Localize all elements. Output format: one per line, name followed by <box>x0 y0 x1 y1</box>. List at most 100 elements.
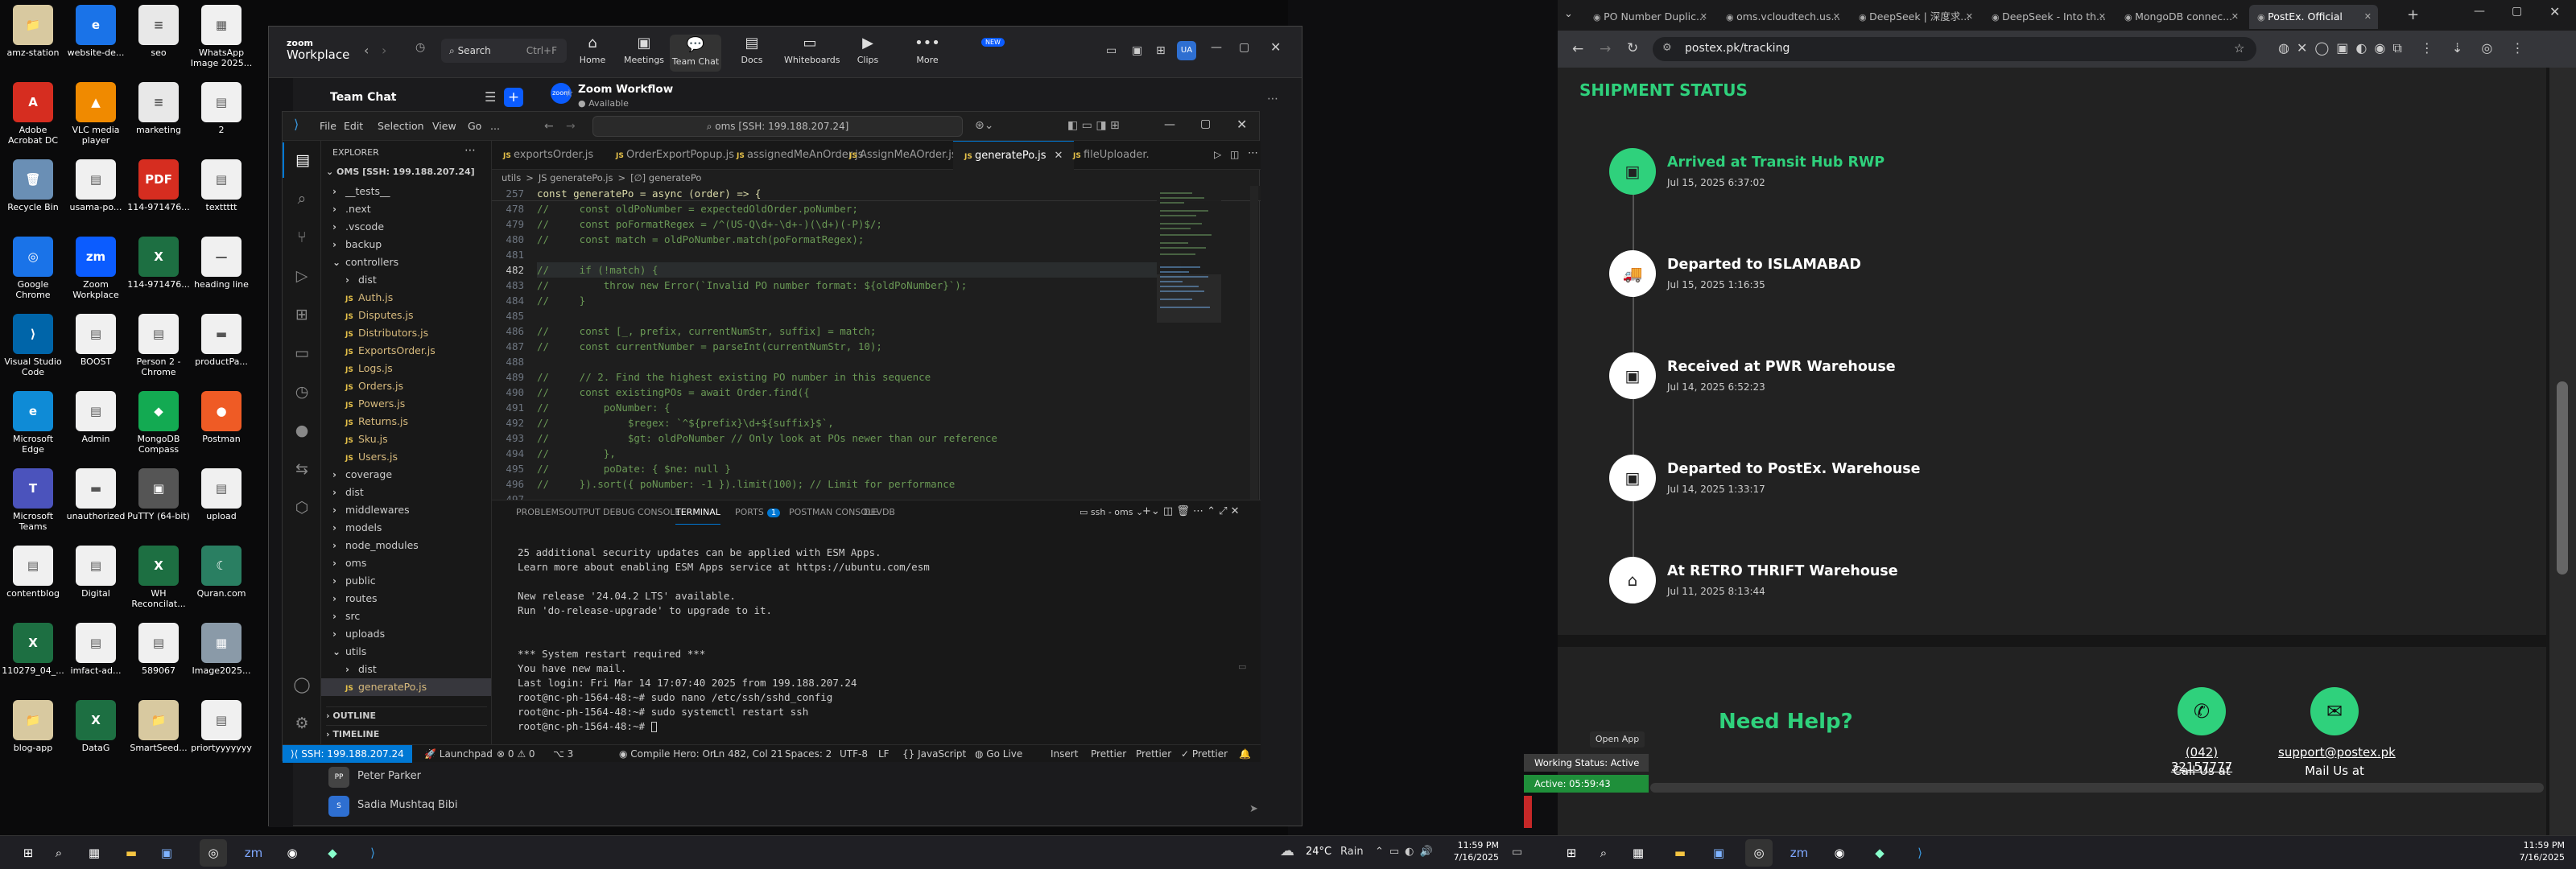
folder-item[interactable]: › __tests__ <box>321 183 491 200</box>
folder-item[interactable]: › .next <box>321 200 491 218</box>
star-icon[interactable]: ☆ <box>564 88 574 100</box>
code-line[interactable]: // $regex: `^${prefix}\d+${suffix}$`, <box>537 415 1181 430</box>
folder-item[interactable]: › node_modules <box>321 537 491 554</box>
file-item[interactable]: JS Powers.js <box>321 395 491 413</box>
desktop-icon[interactable]: zm Zoom Workplace <box>64 237 127 300</box>
folder-item[interactable]: › dist <box>321 484 491 501</box>
folder-item[interactable]: › dist <box>321 661 491 678</box>
editor-tab[interactable]: JS exportsOrder.js <box>492 141 605 170</box>
code-line[interactable]: // poNumber: { <box>537 400 1181 415</box>
editor-scrollbar[interactable] <box>1250 186 1258 500</box>
panel-tab-ports[interactable]: PORTS 1 <box>735 500 781 525</box>
chevron-down-icon[interactable]: ⌄ <box>388 93 395 103</box>
account-icon[interactable]: ◯ <box>283 667 321 702</box>
history-icon[interactable]: ◷ <box>415 41 425 54</box>
outline-section[interactable]: › OUTLINE <box>326 706 487 721</box>
file-item[interactable]: JS Disputes.js <box>321 307 491 324</box>
desktop-icon[interactable]: ▤ Admin <box>64 391 127 444</box>
bell-icon[interactable]: 🔔 <box>1239 745 1251 763</box>
obs-icon[interactable]: ◉ <box>279 839 306 867</box>
desktop-icon[interactable]: ● Postman <box>190 391 253 444</box>
maximize-icon[interactable]: ▢ <box>1239 41 1249 54</box>
file-item[interactable]: JS generatePo.js <box>321 678 491 696</box>
star-icon[interactable]: ☆ <box>2234 41 2244 56</box>
code-line[interactable]: // throw new Error(`Invalid PO number fo… <box>537 278 1181 293</box>
desktop-icon[interactable]: ▤ 589067 <box>127 623 190 676</box>
clock[interactable]: 11:59 PM 7/16/2025 <box>1451 839 1499 863</box>
breadcrumb-part[interactable]: > <box>617 172 625 183</box>
avatar[interactable]: UA <box>1177 41 1196 60</box>
desktop-icon[interactable]: ≡ marketing <box>127 82 190 135</box>
file-item[interactable]: JS Auth.js <box>321 289 491 307</box>
search-icon-2[interactable]: ⌕ <box>1590 839 1617 867</box>
code-line[interactable]: // }, <box>537 446 1181 461</box>
python-icon[interactable]: ⬡ <box>283 490 321 525</box>
minimize-icon[interactable]: — <box>1211 41 1222 54</box>
maximize-icon[interactable]: ▢ <box>2512 5 2522 18</box>
desktop-icon[interactable]: 📁 amz-station <box>2 5 64 58</box>
chrome-taskbar-icon-2[interactable]: ◎ <box>1745 839 1773 867</box>
file-explorer-icon-2[interactable]: ▬ <box>1666 839 1694 867</box>
zoom-search-box[interactable]: ⌕ Search Ctrl+F <box>441 39 567 63</box>
file-explorer-icon[interactable]: ▬ <box>118 839 145 867</box>
new-terminal-icon[interactable]: +⌄ ◫ 🗑 ⋯ ⌃ ⤢ ✕ <box>1142 505 1240 517</box>
prettier-status-1[interactable]: Prettier <box>1091 745 1126 763</box>
breadcrumb-part[interactable]: > <box>526 172 534 183</box>
send-icon[interactable]: ➤ <box>1249 803 1258 815</box>
close-icon[interactable]: ✕ <box>1966 5 1973 29</box>
extensions-icon[interactable]: ⊞ <box>283 297 321 332</box>
chrome-taskbar-icon[interactable]: ◎ <box>200 839 227 867</box>
desktop-icon[interactable]: ◎ Google Chrome <box>2 237 64 300</box>
close-icon[interactable]: ✕ <box>1700 5 1707 29</box>
folder-item[interactable]: ⌄ controllers <box>321 253 491 271</box>
panel-tab-output[interactable]: OUTPUT <box>564 500 601 525</box>
minimize-icon[interactable]: — <box>1164 118 1175 131</box>
page-scrollbar[interactable] <box>2549 68 2576 835</box>
remote-explorer-icon[interactable]: ▭ <box>283 336 321 371</box>
panel-tab-problems[interactable]: PROBLEMS <box>516 500 564 525</box>
zoom-nav-meetings[interactable]: ▣ Meetings <box>618 35 670 65</box>
apps-icon[interactable]: ⊞ <box>1156 44 1166 57</box>
desktop-icon[interactable]: T Microsoft Teams <box>2 468 64 532</box>
ports-status[interactable]: ⌥ 3 <box>553 745 573 763</box>
contact-row[interactable]: S Sadia Mushtaq Bibi <box>328 794 522 818</box>
breadcrumb-part[interactable]: utils <box>502 172 521 183</box>
desktop-icon[interactable]: ▤ texttttt <box>190 159 253 212</box>
desktop-icon[interactable]: — heading line <box>190 237 253 290</box>
folder-item[interactable]: › dist <box>321 271 491 289</box>
address-bar[interactable]: ⚙ postex.pk/tracking ☆ <box>1653 37 2256 61</box>
code-line[interactable]: // const oldPoNumber = expectedOldOrder.… <box>537 201 1181 216</box>
weather-temp[interactable]: 24°C <box>1306 846 1331 858</box>
zoom-taskbar-icon[interactable]: zm <box>240 839 267 867</box>
code-line[interactable]: // }).sort({ poNumber: -1 }).limit(100);… <box>537 476 1181 492</box>
desktop-icon[interactable]: ▤ Digital <box>64 546 127 599</box>
explorer-icon[interactable]: ▤ <box>283 142 321 178</box>
zoom-nav-home[interactable]: ⌂ Home <box>567 35 618 65</box>
postman-icon[interactable]: ● <box>283 413 321 448</box>
code-line[interactable]: // const currentNumber = parseInt(curren… <box>537 339 1181 354</box>
folder-item[interactable]: › .vscode <box>321 218 491 236</box>
task-view-icon[interactable]: ▦ <box>80 839 108 867</box>
store-icon[interactable]: ▣ <box>153 839 180 867</box>
split-editor-icon[interactable]: ◫ <box>1230 149 1239 160</box>
file-item[interactable]: JS Users.js <box>321 448 491 466</box>
desktop-icon[interactable]: A Adobe Acrobat DC <box>2 82 64 146</box>
folder-item[interactable]: › middlewares <box>321 501 491 519</box>
open-app-button[interactable]: Open App <box>1590 731 1645 748</box>
desktop-icon[interactable]: ▤ upload <box>190 468 253 521</box>
extensions-icon[interactable]: ◍✕◯▣◐◉⧉ ⋮ ⇣ ◎ ⋮ <box>2278 40 2531 56</box>
browser-tab[interactable]: ◉ DeepSeek - Into th... ✕ <box>1984 5 2112 29</box>
source-control-icon[interactable]: ⑂ <box>283 220 321 255</box>
live-share-icon[interactable]: ⇆ <box>283 451 321 487</box>
desktop-icon[interactable]: ≡ seo <box>127 5 190 58</box>
browser-tab[interactable]: ◉ PostEx. Official ✕ <box>2249 5 2378 29</box>
search-icon[interactable]: ⌕ <box>45 839 72 867</box>
language-mode[interactable]: {} JavaScript <box>902 745 966 763</box>
menu-go[interactable]: Go <box>468 120 481 132</box>
panel-tab-terminal[interactable]: TERMINAL <box>675 500 720 525</box>
problems-status[interactable]: ⊗ 0 ⚠ 0 <box>497 745 535 763</box>
more-icon[interactable]: ⋯ <box>1248 147 1258 159</box>
browser-tab[interactable]: ◉ MongoDB connec... ✕ <box>2116 5 2245 29</box>
tab-search-icon[interactable]: ⌄ <box>1564 8 1573 20</box>
cursor-position[interactable]: Ln 482, Col 21 <box>713 745 783 763</box>
